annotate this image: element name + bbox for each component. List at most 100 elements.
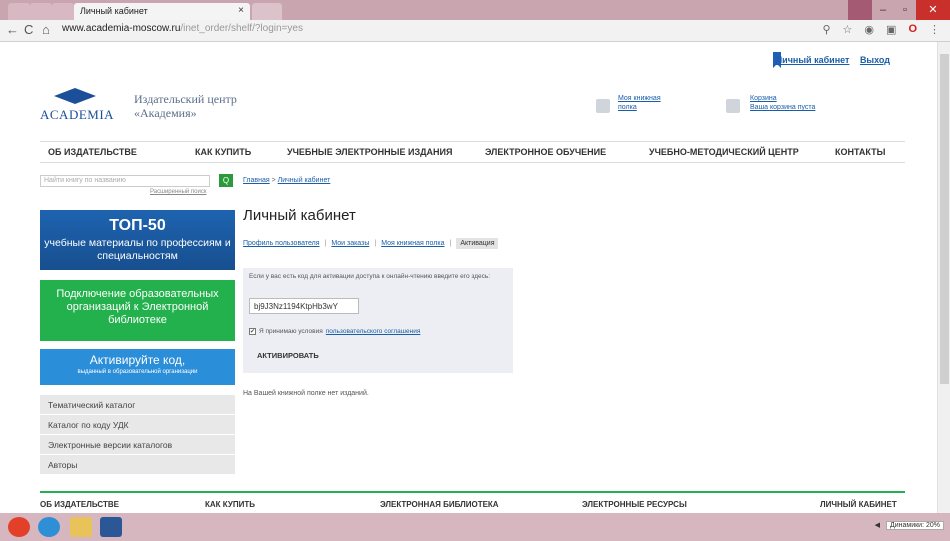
logo-title: Издательский центр «Академия» (134, 92, 237, 120)
top50-title: ТОП-50 (109, 217, 166, 234)
activation-form: Если у вас есть код для активации доступ… (243, 268, 513, 373)
new-tab-button[interactable] (252, 3, 282, 20)
logo-title-line-2: «Академия» (134, 106, 197, 120)
agreement-link[interactable]: пользовательского соглашения (326, 328, 421, 335)
agreement-checkbox[interactable]: ✔ (249, 328, 256, 335)
search-input[interactable]: Найти книгу по названию (40, 175, 210, 187)
main-nav: ОБ ИЗДАТЕЛЬСТВЕ КАК КУПИТЬ УЧЕБНЫЕ ЭЛЕКТ… (40, 141, 905, 163)
tab-yandex[interactable] (8, 3, 30, 20)
connect-text: Подключение образовательных организаций … (56, 288, 219, 326)
connect-banner[interactable]: Подключение образовательных организаций … (40, 280, 235, 341)
activation-code-input[interactable]: bj9J3Nz1194KtpHb3wY (249, 298, 359, 314)
footer-nav-about[interactable]: ОБ ИЗДАТЕЛЬСТВЕ (40, 500, 119, 509)
menu-item-udk-catalog[interactable]: Каталог по коду УДК (40, 415, 235, 435)
extension-2-icon[interactable]: ◉ (864, 23, 874, 36)
breadcrumb-home[interactable]: Главная (243, 177, 270, 184)
address-bar: ← C ⌂ www.academia-moscow.ru/inet_order/… (0, 20, 950, 42)
window-controls: – ▫ ✕ (848, 0, 950, 20)
activate-title: Активируйте код, (89, 353, 186, 367)
cart-block[interactable]: Корзина Ваша корзина пуста (750, 94, 815, 112)
chrome-icon[interactable] (8, 517, 30, 537)
top50-subtitle: учебные материалы по профессиям и специа… (44, 237, 231, 262)
windows-taskbar: ◀ Динамики: 20% (0, 513, 950, 541)
logout-link[interactable]: Выход (860, 55, 890, 65)
maximize-button[interactable]: ▫ (894, 0, 916, 20)
cart-link[interactable]: Корзина (750, 94, 815, 103)
menu-icon[interactable]: ⋮ (929, 23, 940, 36)
minimize-button[interactable]: – (872, 0, 894, 20)
bookshelf-icon (596, 99, 610, 113)
scrollbar-thumb[interactable] (940, 54, 949, 384)
extension-icon[interactable]: ⚲ (822, 23, 830, 36)
tab-active[interactable]: Личный кабинет × (74, 3, 250, 20)
tab-2[interactable] (30, 3, 52, 20)
url-host: www.academia-moscow.ru (62, 23, 181, 34)
breadcrumb-current[interactable]: Личный кабинет (278, 177, 331, 184)
tab-title: Личный кабинет (80, 6, 148, 16)
url-field[interactable]: www.academia-moscow.ru/inet_order/shelf/… (62, 23, 303, 34)
menu-item-thematic-catalog[interactable]: Тематический каталог (40, 395, 235, 415)
page-scrollbar[interactable] (937, 42, 950, 513)
tab-close-icon[interactable]: × (238, 5, 244, 16)
nav-e-learning[interactable]: ЭЛЕКТРОННОЕ ОБУЧЕНИЕ (485, 147, 606, 157)
opera-icon[interactable]: O (908, 23, 917, 36)
reload-icon[interactable]: C (24, 22, 33, 37)
browser-tab-bar: Личный кабинет × – ▫ ✕ (0, 0, 950, 20)
nav-electronic-editions[interactable]: УЧЕБНЫЕ ЭЛЕКТРОННЫЕ ИЗДАНИЯ (287, 147, 452, 157)
nav-methodical-center[interactable]: УЧЕБНО-МЕТОДИЧЕСКИЙ ЦЕНТР (649, 147, 799, 157)
tab-orders[interactable]: Мои заказы (331, 240, 369, 247)
back-icon[interactable]: ← (6, 22, 19, 37)
home-icon[interactable]: ⌂ (42, 22, 50, 37)
tab-3[interactable] (52, 3, 74, 20)
user-icon[interactable] (848, 0, 872, 20)
tab-divider: | (449, 240, 452, 247)
my-shelf-link-line-1[interactable]: Моя книжная (618, 94, 661, 103)
address-bar-actions: ⚲ ☆ ◉ ▣ O ⋮ (822, 23, 940, 36)
footer-nav-library[interactable]: ЭЛЕКТРОННАЯ БИБЛИОТЕКА (380, 500, 499, 509)
speaker-icon[interactable]: ◀ (875, 521, 880, 530)
cart-status[interactable]: Ваша корзина пуста (750, 103, 815, 112)
breadcrumb-separator: > (269, 177, 278, 184)
page-title: Личный кабинет (243, 207, 356, 224)
logo-hat-icon[interactable] (54, 88, 96, 104)
tab-activation[interactable]: Активация (456, 238, 499, 249)
explorer-folder-icon[interactable] (70, 517, 92, 537)
logo-title-line-1: Издательский центр (134, 92, 237, 106)
menu-item-authors[interactable]: Авторы (40, 455, 235, 475)
nav-how-to-buy[interactable]: КАК КУПИТЬ (195, 147, 251, 157)
top50-banner[interactable]: ТОП-50 учебные материалы по профессиям и… (40, 210, 235, 270)
my-shelf-link[interactable]: Моя книжная полка (618, 94, 661, 112)
breadcrumb: Главная > Личный кабинет (243, 177, 330, 184)
tab-bookshelf[interactable]: Моя книжная полка (381, 240, 444, 247)
tab-divider: | (374, 240, 377, 247)
extension-3-icon[interactable]: ▣ (886, 23, 896, 36)
account-links: Личный кабинет Выход (768, 55, 890, 65)
activate-button[interactable]: АКТИВИРОВАТЬ (257, 351, 319, 360)
url-path: /inet_order/shelf/?login=yes (180, 23, 303, 34)
search-button[interactable]: Q (219, 174, 233, 187)
logo-wordmark[interactable]: ACADEMIA (40, 107, 114, 123)
tab-divider: | (324, 240, 327, 247)
activate-banner[interactable]: Активируйте код, выданный в образователь… (40, 349, 235, 385)
menu-item-electronic-catalogs[interactable]: Электронные версии каталогов (40, 435, 235, 455)
close-window-button[interactable]: ✕ (916, 0, 950, 20)
volume-tooltip: Динамики: 20% (885, 521, 944, 530)
left-menu: Тематический каталог Каталог по коду УДК… (40, 395, 235, 475)
nav-about[interactable]: ОБ ИЗДАТЕЛЬСТВЕ (48, 147, 137, 157)
footer-nav-resources[interactable]: ЭЛЕКТРОННЫЕ РЕСУРСЫ (582, 500, 687, 509)
agreement-row: ✔ Я принимаю условия пользовательского с… (249, 328, 420, 335)
account-link[interactable]: Личный кабинет (776, 55, 850, 65)
advanced-search-link[interactable]: Расширенный поиск (150, 189, 207, 195)
activation-hint: Если у вас есть код для активации доступ… (249, 273, 491, 280)
footer-nav-account[interactable]: ЛИЧНЫЙ КАБИНЕТ (820, 500, 897, 509)
footer-nav-how-to-buy[interactable]: КАК КУПИТЬ (205, 500, 255, 509)
account-tabs: Профиль пользователя | Мои заказы | Моя … (243, 238, 499, 249)
activate-subtitle: выданный в образовательной организации (77, 369, 198, 375)
tab-profile[interactable]: Профиль пользователя (243, 240, 320, 247)
internet-explorer-icon[interactable] (38, 517, 60, 537)
my-shelf-link-line-2[interactable]: полка (618, 103, 661, 112)
cart-icon (726, 99, 740, 113)
bookmark-star-icon[interactable]: ☆ (843, 23, 853, 36)
word-icon[interactable] (100, 517, 122, 537)
nav-contacts[interactable]: КОНТАКТЫ (835, 147, 885, 157)
